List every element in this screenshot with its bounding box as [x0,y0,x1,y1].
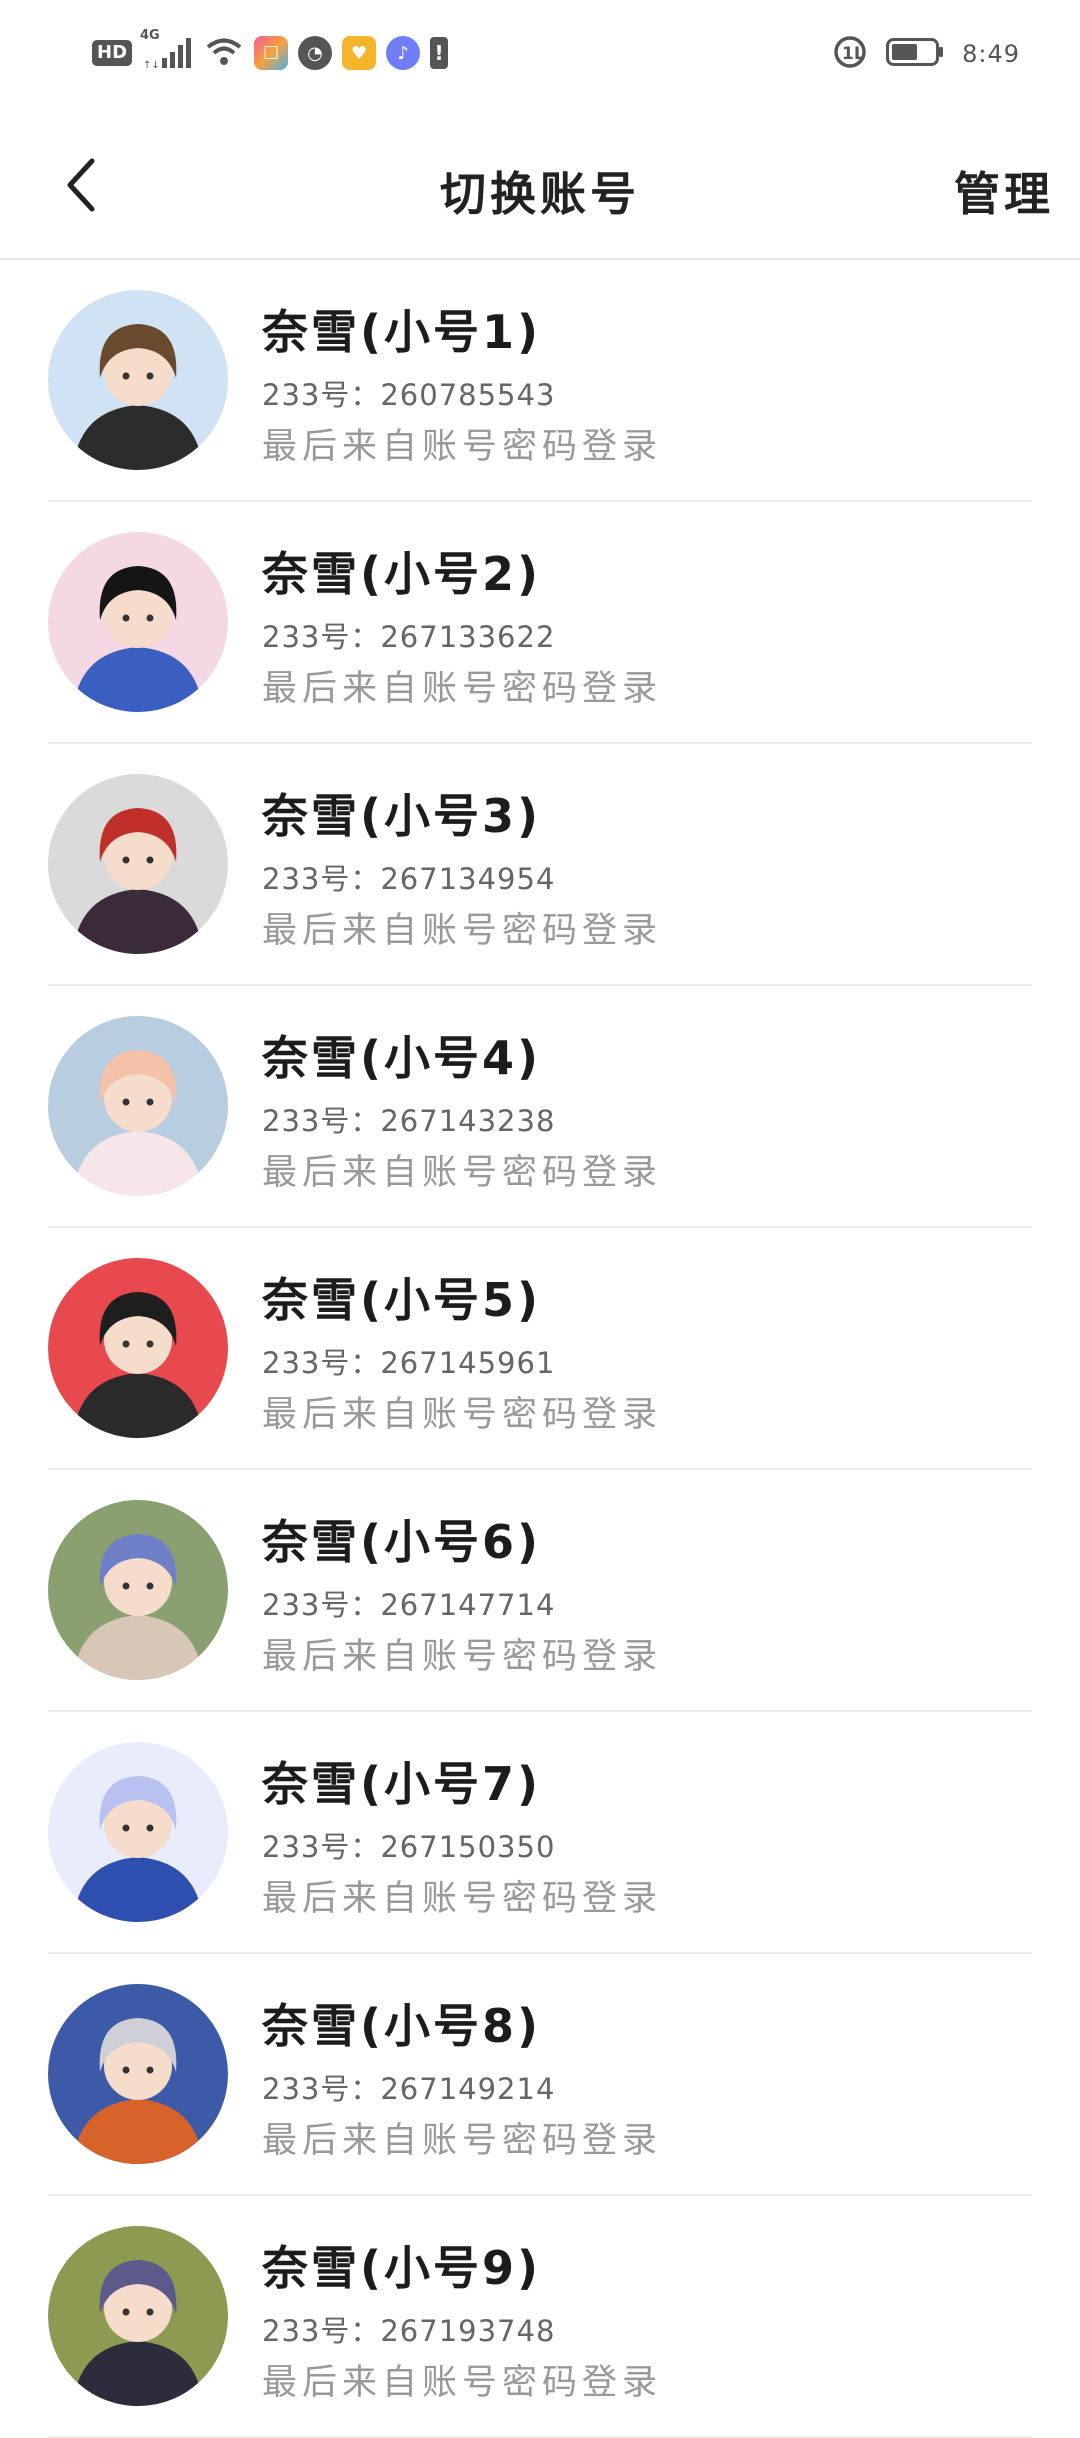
account-login-method: 最后来自账号密码登录 [262,669,663,709]
status-right: 1L 8:49 [832,34,1020,74]
avatar [48,1742,228,1922]
account-name: 奈雪(小号6) [262,1515,542,1569]
account-id: 233号：267143238 [262,1104,556,1138]
nav-bar: 切换账号 管理 [0,110,1080,260]
battery-icon [886,37,944,71]
app-notification-icon: ☐ [254,36,289,70]
account-id: 233号：267134954 [262,862,556,896]
avatar [48,774,228,954]
account-list-item[interactable]: 奈雪(小号5) 233号：267145961 最后来自账号密码登录 [0,1228,1080,1470]
account-name: 奈雪(小号1) [262,305,542,359]
account-name: 奈雪(小号7) [262,1757,542,1811]
data-saver-icon: 1L [832,34,868,74]
avatar [48,290,228,470]
account-id: 233号：267145961 [262,1346,556,1380]
account-login-method: 最后来自账号密码登录 [262,1395,663,1435]
account-name: 奈雪(小号4) [262,1031,542,1085]
account-name: 奈雪(小号2) [262,547,542,601]
avatar [48,1258,228,1438]
alert-notification-icon: ! [430,37,449,69]
account-login-method: 最后来自账号密码登录 [262,911,663,951]
status-bar: HD 4G ↑↓ ☐ ◔ ♥ ♪ ! 1L 8:49 [0,0,1080,110]
account-id: 233号：267150350 [262,1830,556,1864]
account-id: 233号：260785543 [262,378,556,412]
browser-notification-icon: ◔ [298,36,333,70]
status-left: HD 4G ↑↓ ☐ ◔ ♥ ♪ ! [92,28,449,72]
avatar [48,532,228,712]
manage-button[interactable]: 管理 [954,158,1054,224]
account-list-item[interactable]: 奈雪(小号8) 233号：267149214 最后来自账号密码登录 [0,1954,1080,2196]
avatar [48,1016,228,1196]
account-list-item[interactable]: 奈雪(小号4) 233号：267143238 最后来自账号密码登录 [0,986,1080,1228]
avatar [48,2226,228,2406]
account-id: 233号：267133622 [262,620,556,654]
account-id: 233号：267147714 [262,1588,556,1622]
account-login-method: 最后来自账号密码登录 [262,1879,663,1919]
network-type: 4G [140,28,160,43]
wifi-icon [204,34,244,72]
account-list-item[interactable]: 奈雪(小号9) 233号：267193748 最后来自账号密码登录 [0,2196,1080,2438]
message-notification-icon: ♥ [342,36,377,70]
account-list-item[interactable]: 奈雪(小号7) 233号：267150350 最后来自账号密码登录 [0,1712,1080,1954]
music-notification-icon: ♪ [386,36,421,70]
svg-text:↑↓: ↑↓ [143,60,160,70]
account-id: 233号：267149214 [262,2072,556,2106]
account-list-item[interactable]: 奈雪(小号6) 233号：267147714 最后来自账号密码登录 [0,1470,1080,1712]
account-list-item[interactable]: 奈雪(小号2) 233号：267133622 最后来自账号密码登录 [0,502,1080,744]
account-name: 奈雪(小号8) [262,1999,542,2053]
account-login-method: 最后来自账号密码登录 [262,2121,663,2161]
hd-icon: HD [92,40,133,66]
avatar [48,1500,228,1680]
account-list: 奈雪(小号1) 233号：260785543 最后来自账号密码登录 奈雪(小号2… [0,260,1080,2438]
page-title: 切换账号 [440,167,640,221]
account-id: 233号：267193748 [262,2314,556,2348]
account-list-item[interactable]: 奈雪(小号3) 233号：267134954 最后来自账号密码登录 [0,744,1080,986]
account-name: 奈雪(小号5) [262,1273,542,1327]
account-name: 奈雪(小号3) [262,789,542,843]
clock: 8:49 [962,40,1020,68]
account-login-method: 最后来自账号密码登录 [262,2363,663,2403]
account-name: 奈雪(小号9) [262,2241,542,2295]
signal-icon: 4G ↑↓ [140,28,194,70]
account-login-method: 最后来自账号密码登录 [262,1153,663,1193]
account-login-method: 最后来自账号密码登录 [262,1637,663,1677]
svg-text:1L: 1L [842,44,865,64]
avatar [48,1984,228,2164]
account-login-method: 最后来自账号密码登录 [262,427,663,467]
account-list-item[interactable]: 奈雪(小号1) 233号：260785543 最后来自账号密码登录 [0,260,1080,502]
